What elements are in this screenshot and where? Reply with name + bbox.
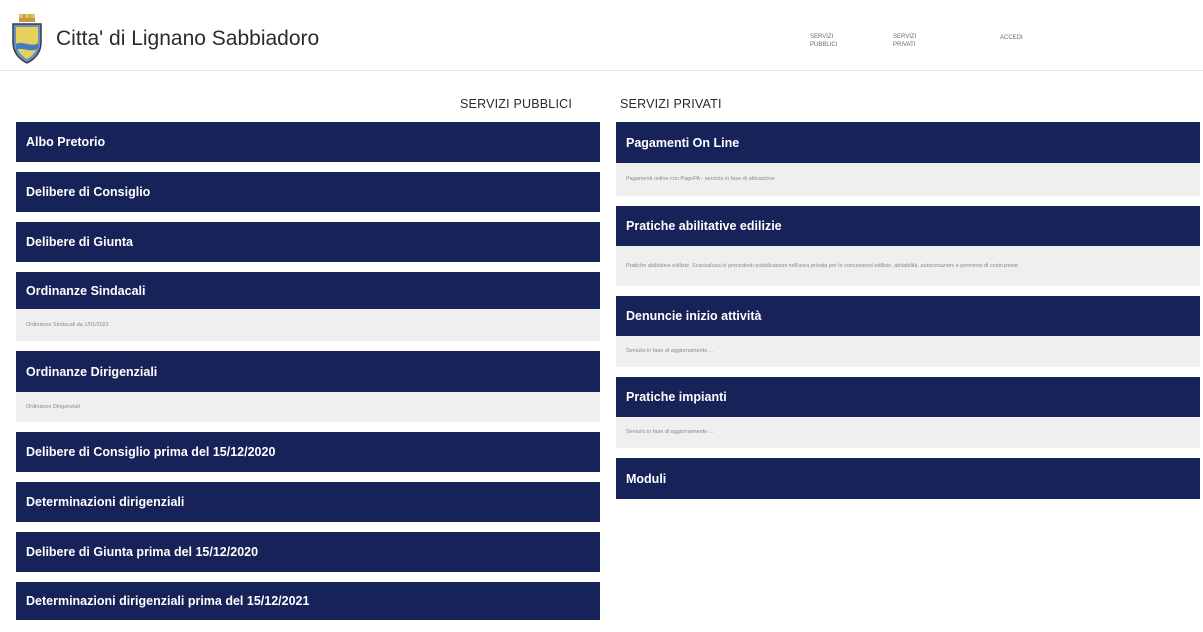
nav-link-servizi-privati[interactable]: SERVIZI PRIVATI (893, 33, 925, 49)
site-header: Citta' di Lignano Sabbiadoro SERVIZI PUB… (0, 0, 1203, 71)
private-item-pratiche-impianti[interactable]: Pratiche impianti Servizio in fase di ag… (616, 377, 1200, 448)
nav-link-accedi[interactable]: ACCEDI (1000, 34, 1032, 42)
private-item-description: Servizio in fase di aggiornamento ... (616, 417, 1200, 448)
site-title[interactable]: Citta' di Lignano Sabbiadoro (56, 27, 319, 51)
public-item-albo-pretorio[interactable]: Albo Pretorio (16, 122, 600, 162)
public-item-determinazioni-dirigenziali-2021[interactable]: Determinazioni dirigenziali prima del 15… (16, 582, 600, 620)
private-item-label[interactable]: Pratiche abilitative edilizie (616, 206, 1200, 246)
public-item-delibere-giunta-2020[interactable]: Delibere di Giunta prima del 15/12/2020 (16, 532, 600, 572)
public-item-label[interactable]: Ordinanze Dirigenziali (16, 351, 600, 392)
nav-link-servizi-pubblici[interactable]: SERVIZI PUBBLICI (810, 33, 842, 49)
public-item-description: Ordinanze Dirigenziali (16, 392, 600, 422)
private-item-label[interactable]: Pratiche impianti (616, 377, 1200, 417)
public-item-label[interactable]: Delibere di Consiglio (16, 172, 600, 212)
private-item-description: Servizio in fase di aggiornamento ... (616, 336, 1200, 367)
public-item-ordinanze-sindacali[interactable]: Ordinanze Sindacali Ordinanze Sindacali … (16, 272, 600, 341)
public-item-ordinanze-dirigenziali[interactable]: Ordinanze Dirigenziali Ordinanze Dirigen… (16, 351, 600, 422)
public-item-delibere-consiglio-2020[interactable]: Delibere di Consiglio prima del 15/12/20… (16, 432, 600, 472)
public-item-label[interactable]: Delibere di Consiglio prima del 15/12/20… (16, 432, 600, 472)
public-item-label[interactable]: Determinazioni dirigenziali prima del 15… (16, 582, 600, 620)
city-crest-icon[interactable] (7, 12, 47, 66)
public-item-label[interactable]: Delibere di Giunta (16, 222, 600, 262)
public-item-label[interactable]: Delibere di Giunta prima del 15/12/2020 (16, 532, 600, 572)
public-item-label[interactable]: Determinazioni dirigenziali (16, 482, 600, 522)
private-item-label[interactable]: Pagamenti On Line (616, 122, 1200, 163)
private-item-label[interactable]: Denuncie inizio attività (616, 296, 1200, 336)
private-services-list: Pagamenti On Line Pagamenti online con P… (616, 122, 1200, 499)
private-item-description: Pagamenti online con PagoPA - servizio i… (616, 163, 1200, 196)
public-item-delibere-consiglio[interactable]: Delibere di Consiglio (16, 172, 600, 212)
private-item-label[interactable]: Moduli (616, 458, 1200, 499)
public-item-delibere-giunta[interactable]: Delibere di Giunta (16, 222, 600, 262)
public-item-determinazioni-dirigenziali[interactable]: Determinazioni dirigenziali (16, 482, 600, 522)
private-services-title: SERVIZI PRIVATI (620, 97, 722, 111)
private-item-pagamenti-online[interactable]: Pagamenti On Line Pagamenti online con P… (616, 122, 1200, 196)
private-item-description: Pratiche abilitative edilizie. Scarica/u… (616, 246, 1200, 286)
private-item-pratiche-edilizie[interactable]: Pratiche abilitative edilizie Pratiche a… (616, 206, 1200, 286)
public-item-description: Ordinanze Sindacali da 1/01/2021 (16, 309, 600, 341)
private-item-moduli[interactable]: Moduli (616, 458, 1200, 499)
public-services-list: Albo Pretorio Delibere di Consiglio Deli… (16, 122, 600, 620)
public-item-label[interactable]: Albo Pretorio (16, 122, 600, 162)
public-services-title: SERVIZI PUBBLICI (460, 97, 573, 111)
public-item-label[interactable]: Ordinanze Sindacali (16, 272, 600, 309)
private-item-denuncie-inizio-attivita[interactable]: Denuncie inizio attività Servizio in fas… (616, 296, 1200, 367)
